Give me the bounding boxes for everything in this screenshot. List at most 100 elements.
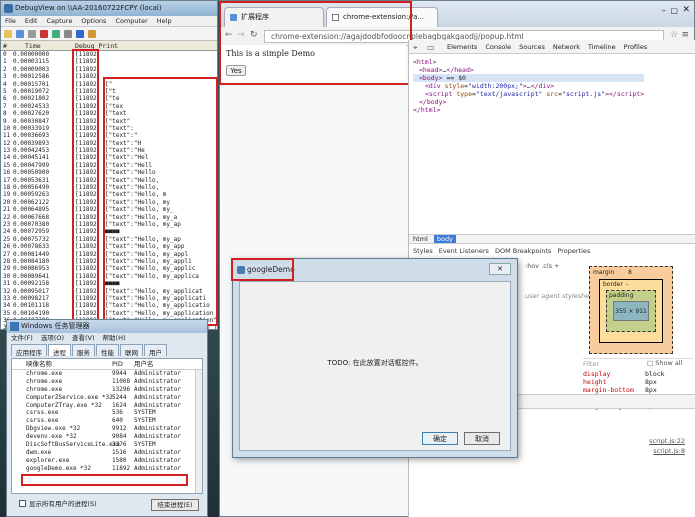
debugview-log-list[interactable]: 0 0.00000000 [11892] 1 0.00003115 [11892] 2 0.0… (1, 51, 217, 329)
log-row[interactable]: 30 0.00089641 [11892] ["text":"Hello, my_ap… (1, 273, 217, 280)
subtab-properties[interactable]: Properties (557, 247, 590, 255)
maximize-icon[interactable]: ▢ (670, 6, 678, 15)
col-pid[interactable]: PID (112, 359, 134, 369)
yes-button[interactable]: Yes (226, 65, 246, 76)
log-row[interactable]: 7 0.00024533 [11892] ["tex (1, 103, 217, 110)
log-row[interactable]: 6 0.00021802 [11892] ["te (1, 95, 217, 102)
col-image-name[interactable]: 映像名称 (26, 359, 112, 369)
dialog-close-icon[interactable]: ✕ (489, 263, 511, 275)
tm-menu-options[interactable]: 选项(O) (41, 333, 64, 344)
log-row[interactable]: 35 0.00104190 [11892] ["text":"Hello, my_ap… (1, 310, 217, 317)
breadcrumb-html[interactable]: html (413, 235, 428, 243)
breadcrumb-body[interactable]: body (433, 235, 456, 243)
process-row[interactable]: chrome.exe 11008 Administrator (12, 378, 202, 386)
tab-performance[interactable]: 性能 (96, 344, 119, 357)
process-row[interactable]: chrome.exe 13296 Administrator (12, 386, 202, 394)
tm-menu-view[interactable]: 查看(V) (72, 333, 95, 344)
filter-icon[interactable] (76, 29, 84, 38)
clear-icon[interactable] (64, 29, 72, 38)
process-row[interactable]: ComputerZService.exe *32 5244 Administrato… (12, 394, 202, 402)
tm-menu-help[interactable]: 帮助(H) (103, 333, 126, 344)
log-row[interactable]: 32 0.00095017 [11892] ["text":"Hello, my_ap… (1, 288, 217, 295)
devtools-tab-sources[interactable]: Sources (519, 40, 545, 53)
log-row[interactable]: 28 0.00084180 [11892] ["text":"Hello, my_ap… (1, 258, 217, 265)
capture-icon[interactable] (40, 29, 48, 38)
log-row[interactable]: 29 0.00086953 [11892] ["text":"Hello, my_ap… (1, 265, 217, 272)
computed-property-row[interactable]: height 8px (583, 378, 693, 386)
debugview-titlebar[interactable]: DebugView on \\AA-20160722FCPY (local) (1, 1, 217, 16)
log-row[interactable]: 14 0.00045141 [11892] ["text":"Hel (1, 154, 217, 161)
computed-show-all[interactable]: □ Show all (647, 358, 682, 368)
end-process-button[interactable]: 结束进程(E) (151, 499, 199, 511)
box-model-border[interactable]: border - padding 355 × 911 (599, 279, 663, 343)
highlight-icon[interactable] (88, 29, 96, 38)
minimize-icon[interactable]: – (662, 6, 667, 16)
dialog-cancel-button[interactable]: 取消 (464, 432, 500, 445)
find-icon[interactable] (28, 29, 36, 38)
log-row[interactable]: 26 0.00078633 [11892] ["text":"Hello, my_ap… (1, 243, 217, 250)
process-row[interactable]: csrss.exe 536 SYSTEM (12, 409, 202, 417)
menu-file[interactable]: File (5, 16, 16, 26)
log-row[interactable]: 21 0.00064895 [11892] ["text":"Hello, my_ (1, 206, 217, 213)
box-model-margin[interactable]: margin 8 border - padding 355 × 911 (589, 266, 673, 354)
tab-users[interactable]: 用户 (144, 344, 167, 357)
log-row[interactable]: 18 0.00056490 [11892] ["text":"Hello, (1, 184, 217, 191)
tab-extensions[interactable]: 扩展程序 (224, 7, 324, 27)
dialog-ok-button[interactable]: 确定 (422, 432, 458, 445)
log-row[interactable]: 24 0.00072959 [11892] ■■■■ (1, 228, 217, 235)
log-row[interactable]: 22 0.00067668 [11892] ["text":"Hello, my_a (1, 214, 217, 221)
dialog-titlebar[interactable]: googleDemo ✕ (233, 259, 517, 281)
log-row[interactable]: 15 0.00047999 [11892] ["text":"Hell (1, 162, 217, 169)
reload-icon[interactable]: ↻ (250, 30, 258, 40)
tab-processes[interactable]: 进程 (48, 344, 71, 357)
log-row[interactable]: 5 0.00019072 [11892] ["t (1, 88, 217, 95)
log-row[interactable]: 19 0.00059263 [11892] ["text":"Hello, m (1, 191, 217, 198)
devtools-tab-network[interactable]: Network (553, 40, 580, 53)
log-row[interactable]: 16 0.00050900 [11892] ["text":"Hello (1, 169, 217, 176)
computed-property-row[interactable]: display block (583, 370, 693, 378)
subtab-dom-breakpoints[interactable]: DOM Breakpoints (495, 247, 552, 255)
menu-computer[interactable]: Computer (115, 16, 147, 26)
log-row[interactable]: 13 0.00042453 [11892] ["text":"He (1, 147, 217, 154)
process-row[interactable]: Dbgview.exe *32 9912 Administrator (12, 425, 202, 433)
process-row[interactable]: DiscSoftBusServiceLite.exe 3376 SYSTEM (12, 441, 202, 449)
log-row[interactable]: 17 0.00053631 [11892] ["text":"Hello, (1, 177, 217, 184)
task-manager-titlebar[interactable]: Windows 任务管理器 (7, 320, 207, 333)
log-row[interactable]: 25 0.00075732 [11892] ["text":"Hello, my_ap (1, 236, 217, 243)
log-row[interactable]: 2 0.00009003 [11892] (1, 66, 217, 73)
devtools-tab-timeline[interactable]: Timeline (588, 40, 616, 53)
devtools-tab-console[interactable]: Console (485, 40, 511, 53)
log-row[interactable]: 11 0.00036693 [11892] ["text":" (1, 132, 217, 139)
menu-options[interactable]: Options (81, 16, 106, 26)
log-row[interactable]: 10 0.00033919 [11892] ["text": (1, 125, 217, 132)
log-row[interactable]: 9 0.00030847 [11892] ["text" (1, 118, 217, 125)
tab-applications[interactable]: 应用程序 (11, 344, 47, 357)
devtools-tab-profiles[interactable]: Profiles (624, 40, 648, 53)
log-row[interactable]: 4 0.00015701 [11892] [" (1, 81, 217, 88)
tab-services[interactable]: 服务 (72, 344, 95, 357)
log-row[interactable]: 31 0.00092158 [11892] ■■■■ (1, 280, 217, 287)
process-row[interactable]: devenv.exe *32 9084 Administrator (12, 433, 202, 441)
process-row[interactable]: dwm.exe 1516 Administrator (12, 449, 202, 457)
tab-popup[interactable]: chrome-extension://a... (326, 7, 438, 27)
subtab-styles[interactable]: Styles (413, 247, 433, 255)
device-mode-icon[interactable]: ▭ (427, 43, 435, 52)
source-link-2[interactable]: script.js:8 (653, 447, 685, 455)
devtools-tab-elements[interactable]: Elements (447, 40, 477, 53)
col-time[interactable]: Time (13, 41, 75, 50)
log-row[interactable]: 20 0.00062122 [11892] ["text":"Hello, my (1, 199, 217, 206)
dom-tree[interactable]: <html> <head>…</head> <body> == $0 <div … (413, 58, 645, 114)
tab-networking[interactable]: 联网 (120, 344, 143, 357)
chrome-menu-icon[interactable]: ≡ (681, 30, 689, 40)
open-icon[interactable] (4, 29, 12, 38)
log-row[interactable]: 27 0.00081449 [11892] ["text":"Hello, my_ap… (1, 251, 217, 258)
log-row[interactable]: 1 0.00003115 [11892] (1, 58, 217, 65)
back-icon[interactable]: ← (225, 30, 233, 40)
process-row[interactable]: googleDemo.exe *32 11892 Administrator (12, 465, 202, 473)
save-icon[interactable] (16, 29, 24, 38)
col-debug-print[interactable]: Debug Print (75, 41, 118, 50)
log-row[interactable]: 12 0.00039893 [11892] ["text":"H (1, 140, 217, 147)
log-row[interactable]: 33 0.00098217 [11892] ["text":"Hello, my_ap… (1, 295, 217, 302)
menu-capture[interactable]: Capture (46, 16, 72, 26)
log-row[interactable]: 3 0.00012586 [11892] (1, 73, 217, 80)
